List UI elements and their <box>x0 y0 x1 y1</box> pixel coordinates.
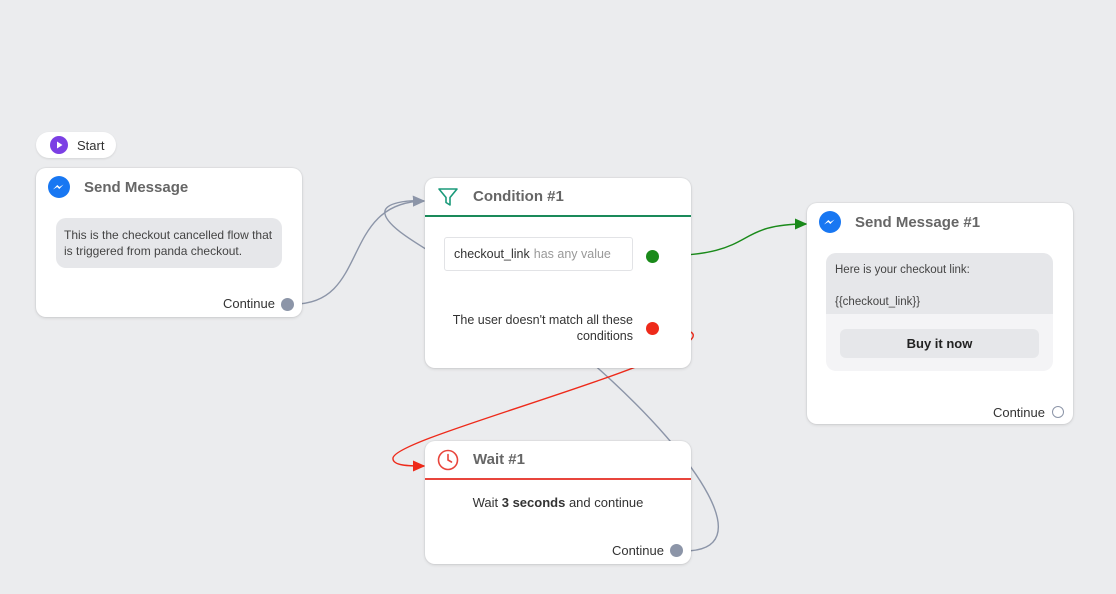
message-bubble[interactable]: This is the checkout cancelled flow that… <box>56 218 282 268</box>
messenger-icon <box>819 211 841 233</box>
condition-title: Condition #1 <box>473 188 564 205</box>
send-message-title: Send Message <box>84 178 189 196</box>
wait-text-suffix: and continue <box>565 495 644 510</box>
condition-true-port[interactable] <box>646 250 659 263</box>
wait-text-prefix: Wait <box>472 495 502 510</box>
link-send-message-to-condition <box>293 195 426 305</box>
start-node[interactable]: Start <box>36 132 116 158</box>
continue-label: Continue <box>222 296 275 311</box>
condition-node[interactable]: Condition #1 checkout_link has any value… <box>425 178 691 368</box>
message-card[interactable]: Here is your checkout link: {{checkout_l… <box>826 253 1053 371</box>
condition-false-port[interactable] <box>646 322 659 335</box>
send-message-1-output-port[interactable] <box>1052 406 1064 418</box>
messenger-icon <box>48 176 70 198</box>
send-message-output-port[interactable] <box>281 298 294 311</box>
filter-icon <box>437 186 459 208</box>
continue-label: Continue <box>992 405 1045 420</box>
message-text-line1: Here is your checkout link: <box>835 264 970 276</box>
send-message-1-title: Send Message #1 <box>855 213 981 231</box>
continue-label: Continue <box>611 543 664 558</box>
clock-icon <box>437 449 459 471</box>
play-icon <box>50 136 68 154</box>
wait-duration: 3 seconds <box>501 495 566 510</box>
rule-operator: has any value <box>533 247 611 261</box>
wait-node[interactable]: Wait #1 Wait 3 seconds and continue Cont… <box>425 441 691 564</box>
buy-it-now-button[interactable]: Buy it now <box>840 329 1039 358</box>
rule-field: checkout_link <box>454 247 530 261</box>
message-text-line2: {{checkout_link}} <box>835 296 921 308</box>
else-label: The user doesn't match all these conditi… <box>452 313 633 343</box>
send-message-1-node[interactable]: Send Message #1 Here is your checkout li… <box>807 203 1073 424</box>
wait-output-port[interactable] <box>670 544 683 557</box>
start-label: Start <box>77 137 105 153</box>
wait-description: Wait 3 seconds and continue <box>425 495 691 510</box>
send-message-node[interactable]: Send Message This is the checkout cancel… <box>36 168 302 317</box>
condition-rule[interactable]: checkout_link has any value <box>444 237 633 271</box>
wait-title: Wait #1 <box>473 451 525 468</box>
flow-canvas[interactable]: Start Send Message This is the checkout … <box>0 0 1116 594</box>
